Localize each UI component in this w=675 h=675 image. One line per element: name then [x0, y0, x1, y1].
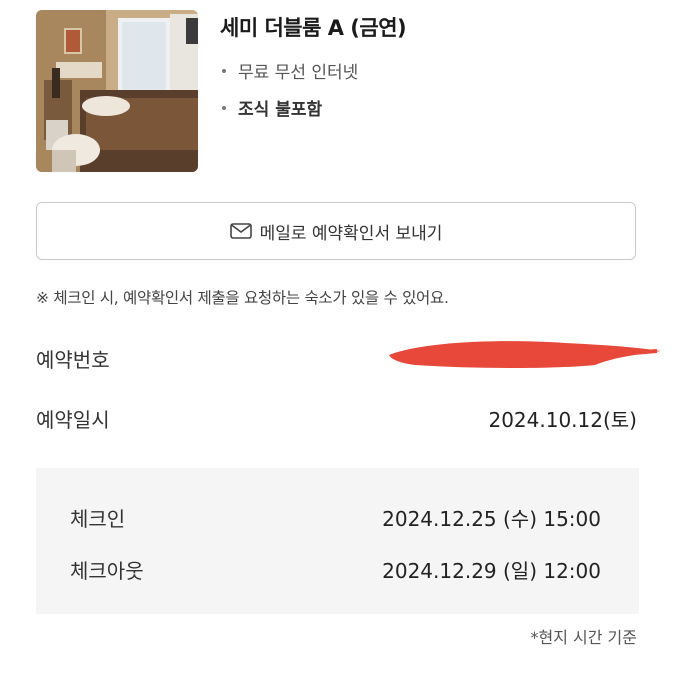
stay-info-panel [36, 468, 639, 614]
reservation-date-value: 2024.10.12(토) [488, 408, 637, 432]
amenity-label: 무료 무선 인터넷 [238, 63, 359, 83]
reservation-number-label: 예약번호 [36, 348, 110, 372]
room-photo [36, 10, 198, 172]
send-email-confirmation-button[interactable]: 메일로 예약확인서 보내기 [36, 202, 636, 260]
checkin-value: 2024.12.25 (수) 15:00 [382, 507, 601, 531]
checkin-label: 체크인 [70, 507, 126, 531]
confirmation-notice: ※ 체크인 시, 예약확인서 제출을 요청하는 숙소가 있을 수 있어요. [36, 289, 449, 307]
bullet-icon [222, 105, 226, 110]
amenity-label: 조식 불포함 [238, 100, 323, 120]
checkout-value: 2024.12.29 (일) 12:00 [382, 559, 601, 583]
send-email-label: 메일로 예약확인서 보내기 [259, 223, 443, 244]
bullet-icon [222, 68, 226, 73]
mail-icon [229, 223, 252, 239]
redaction-mark [385, 335, 663, 373]
timezone-note: *현지 시간 기준 [530, 628, 638, 647]
room-name: 세미 더블룸 A (금연) [220, 16, 407, 40]
checkout-label: 체크아웃 [70, 559, 144, 583]
reservation-date-label: 예약일시 [36, 408, 110, 432]
amenity-item: 조식 불포함 [222, 95, 322, 120]
amenity-item: 무료 무선 인터넷 [222, 58, 358, 83]
